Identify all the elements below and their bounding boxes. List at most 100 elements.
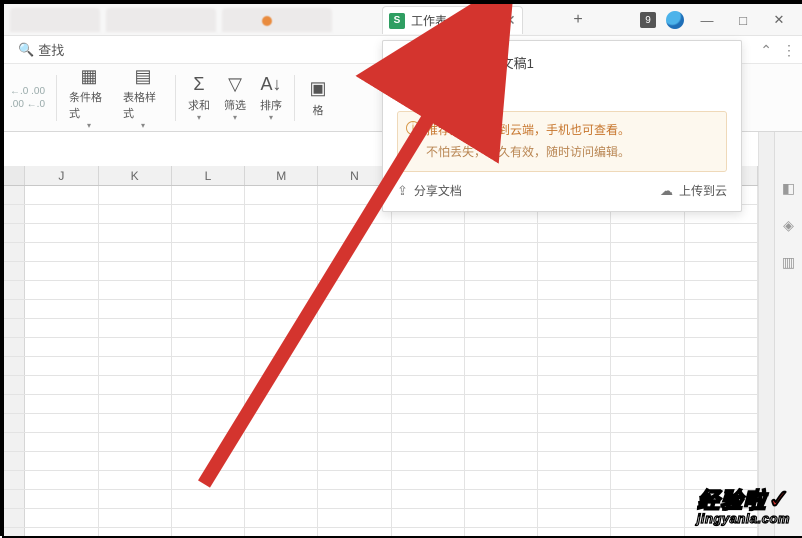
format-button[interactable]: ▣ 格	[301, 68, 335, 128]
cell[interactable]	[318, 528, 391, 536]
cell[interactable]	[172, 281, 245, 299]
vertical-scrollbar[interactable]	[758, 132, 774, 536]
cell[interactable]	[611, 471, 684, 489]
cell[interactable]	[318, 186, 391, 204]
decrease-decimal-icon[interactable]: .00 ←.0	[10, 99, 45, 110]
table-row[interactable]	[4, 433, 758, 452]
cell[interactable]	[25, 281, 98, 299]
table-row[interactable]	[4, 471, 758, 490]
cell[interactable]	[685, 471, 758, 489]
cell[interactable]	[465, 224, 538, 242]
cell[interactable]	[99, 452, 172, 470]
cell[interactable]	[25, 319, 98, 337]
cell[interactable]	[172, 471, 245, 489]
cell[interactable]	[25, 224, 98, 242]
cell[interactable]	[392, 414, 465, 432]
cell[interactable]	[538, 471, 611, 489]
cell[interactable]	[318, 357, 391, 375]
share-document-button[interactable]: ⇪ 分享文档	[397, 182, 462, 199]
cell[interactable]	[99, 490, 172, 508]
cell[interactable]	[465, 471, 538, 489]
cell[interactable]	[465, 243, 538, 261]
cell[interactable]	[685, 395, 758, 413]
cell[interactable]	[685, 433, 758, 451]
table-row[interactable]	[4, 300, 758, 319]
cell[interactable]	[172, 300, 245, 318]
cell[interactable]	[99, 338, 172, 356]
cell[interactable]	[538, 395, 611, 413]
cell[interactable]	[611, 300, 684, 318]
cell[interactable]	[538, 414, 611, 432]
cell[interactable]	[392, 509, 465, 527]
cell[interactable]	[25, 452, 98, 470]
cell[interactable]	[611, 262, 684, 280]
cell[interactable]	[685, 509, 758, 527]
cell[interactable]	[245, 243, 318, 261]
cell[interactable]	[25, 471, 98, 489]
row-header[interactable]	[4, 281, 25, 299]
column-header[interactable]: J	[25, 166, 98, 185]
notification-badge[interactable]: 9	[640, 12, 656, 28]
table-row[interactable]	[4, 528, 758, 536]
table-row[interactable]	[4, 357, 758, 376]
table-row[interactable]	[4, 281, 758, 300]
cell[interactable]	[99, 186, 172, 204]
cell[interactable]	[172, 319, 245, 337]
cell[interactable]	[318, 452, 391, 470]
cell[interactable]	[611, 414, 684, 432]
cell[interactable]	[25, 338, 98, 356]
cell[interactable]	[685, 262, 758, 280]
cell[interactable]	[538, 243, 611, 261]
cell[interactable]	[318, 490, 391, 508]
cell[interactable]	[172, 395, 245, 413]
cell[interactable]	[245, 224, 318, 242]
decimal-controls[interactable]: ←.0 .00 .00 ←.0	[10, 73, 50, 123]
table-row[interactable]	[4, 224, 758, 243]
cell[interactable]	[25, 357, 98, 375]
cell[interactable]	[172, 414, 245, 432]
window-maximize-button[interactable]: □	[730, 13, 756, 28]
cell[interactable]	[611, 224, 684, 242]
cell[interactable]	[392, 452, 465, 470]
cell[interactable]	[465, 319, 538, 337]
cell[interactable]	[611, 338, 684, 356]
cell[interactable]	[318, 376, 391, 394]
cell[interactable]	[172, 243, 245, 261]
cell[interactable]	[685, 414, 758, 432]
cell[interactable]	[392, 338, 465, 356]
cell[interactable]	[99, 262, 172, 280]
cell[interactable]	[99, 376, 172, 394]
active-tab[interactable]: S 工作表 在 汇 🖵 ✕	[382, 6, 523, 34]
table-row[interactable]	[4, 509, 758, 528]
cell[interactable]	[245, 262, 318, 280]
cell[interactable]	[318, 414, 391, 432]
cell[interactable]	[465, 338, 538, 356]
cell[interactable]	[392, 243, 465, 261]
cell[interactable]	[99, 528, 172, 536]
sort-button[interactable]: A↓ 排序 ▾	[254, 68, 288, 128]
row-header[interactable]	[4, 452, 25, 470]
row-header[interactable]	[4, 395, 25, 413]
row-header[interactable]	[4, 509, 25, 527]
cell[interactable]	[392, 490, 465, 508]
cell[interactable]	[318, 205, 391, 223]
cell[interactable]	[538, 338, 611, 356]
row-header[interactable]	[4, 205, 25, 223]
row-header[interactable]	[4, 319, 25, 337]
cell[interactable]	[172, 490, 245, 508]
row-header[interactable]	[4, 338, 25, 356]
new-tab-button[interactable]: +	[568, 10, 588, 30]
cell[interactable]	[611, 452, 684, 470]
cell[interactable]	[318, 300, 391, 318]
cell[interactable]	[392, 395, 465, 413]
column-header[interactable]: N	[318, 166, 391, 185]
cell[interactable]	[245, 471, 318, 489]
cell[interactable]	[538, 509, 611, 527]
cell[interactable]	[172, 224, 245, 242]
cell[interactable]	[392, 319, 465, 337]
cell[interactable]	[611, 243, 684, 261]
cell[interactable]	[172, 338, 245, 356]
cell[interactable]	[25, 376, 98, 394]
cell[interactable]	[25, 186, 98, 204]
table-row[interactable]	[4, 262, 758, 281]
